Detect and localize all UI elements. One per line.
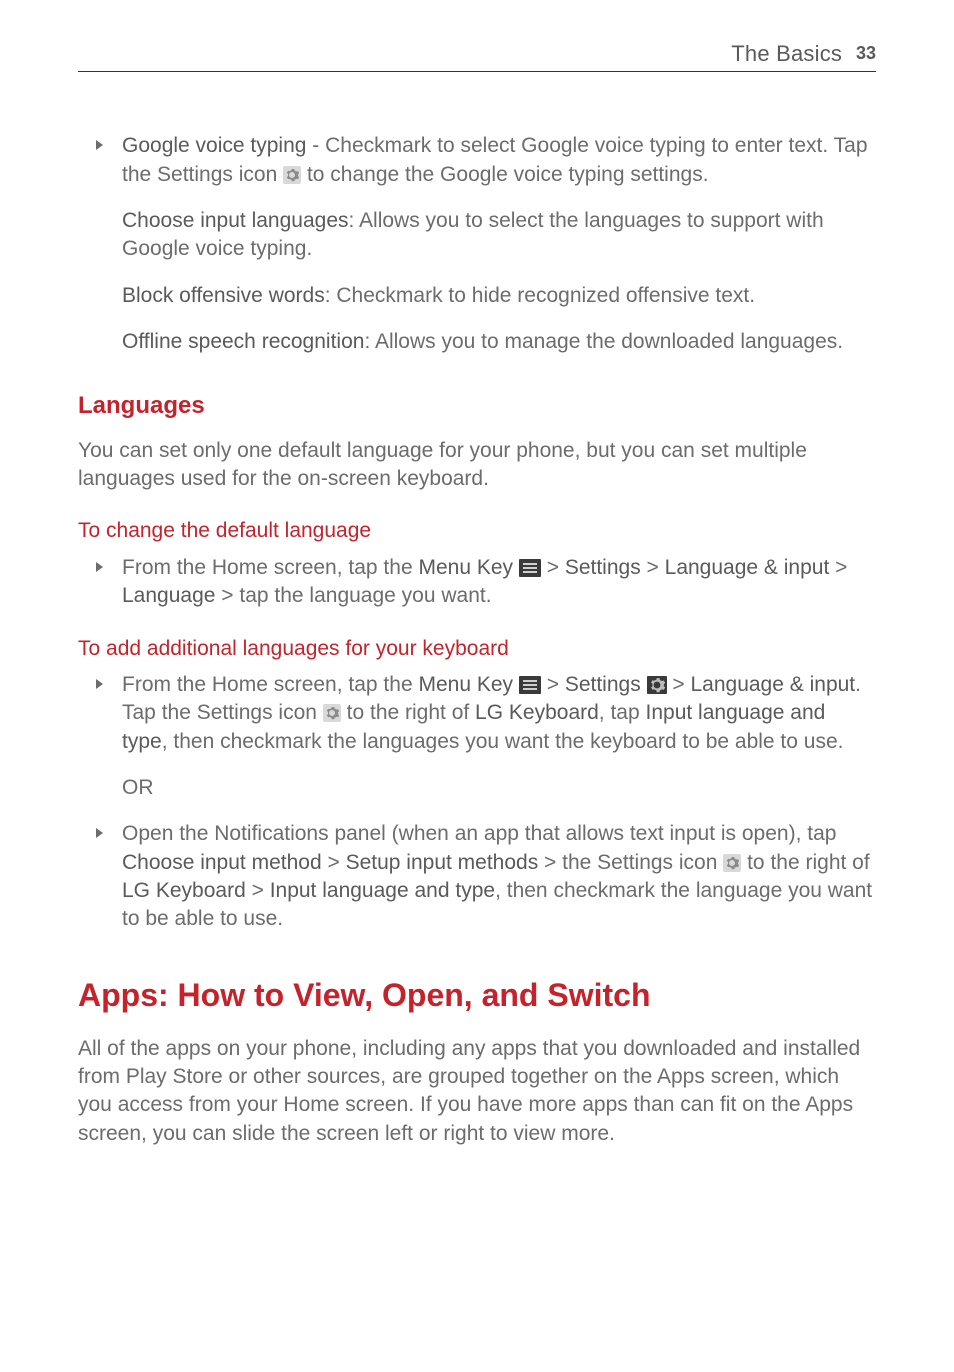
page: The Basics 33 Google voice typing - Chec… — [0, 0, 954, 1148]
bullet-triangle-icon — [96, 679, 103, 689]
cdl-language: Language — [122, 584, 215, 607]
settings-gear-dark-icon — [647, 676, 667, 694]
change-default-language-heading: To change the default language — [78, 517, 876, 545]
languages-heading: Languages — [78, 390, 876, 422]
al2-lgk: LG Keyboard — [122, 879, 246, 902]
al1-menukey: Menu Key — [418, 673, 513, 696]
settings-gear-icon — [323, 704, 341, 722]
gvt-text-post: to change the Google voice typing settin… — [301, 163, 708, 186]
change-default-language-step: From the Home screen, tap the Menu Key >… — [78, 554, 876, 611]
al1-langinput: Language & input — [690, 673, 855, 696]
block-offensive-words: Block offensive words: Checkmark to hide… — [78, 282, 876, 310]
cdl-settings: Settings — [565, 556, 641, 579]
choose-input-languages: Choose input languages: Allows you to se… — [78, 207, 876, 264]
al1-settings: Settings — [565, 673, 641, 696]
al2-cim: Choose input method — [122, 851, 322, 874]
menu-key-icon — [519, 676, 541, 694]
al2-pre: Open the Notifications panel (when an ap… — [122, 822, 836, 845]
cdl-gt3: > — [829, 556, 847, 579]
offline-speech-recognition: Offline speech recognition: Allows you t… — [78, 328, 876, 356]
add-languages-step-1: From the Home screen, tap the Menu Key >… — [78, 671, 876, 756]
al2-post1: to the right of — [741, 851, 869, 874]
al1-lgk: LG Keyboard — [475, 701, 599, 724]
languages-intro: You can set only one default language fo… — [78, 437, 876, 494]
header-section-title: The Basics — [731, 41, 842, 66]
al2-gt2: > the Settings icon — [538, 851, 723, 874]
al2-gt3: > — [246, 879, 270, 902]
al2-ilt: Input language and type — [270, 879, 495, 902]
add-languages-heading: To add additional languages for your key… — [78, 635, 876, 663]
al2-gt1: > — [322, 851, 346, 874]
apps-heading: Apps: How to View, Open, and Switch — [78, 974, 876, 1017]
cdl-gt1: > — [541, 556, 565, 579]
bullet-triangle-icon — [96, 828, 103, 838]
al1-rest: , then checkmark the languages you want … — [162, 730, 844, 753]
page-header: The Basics 33 — [78, 39, 876, 72]
header-page-number: 33 — [856, 43, 876, 63]
bullet-google-voice-typing: Google voice typing - Checkmark to selec… — [78, 132, 876, 189]
al1-tap-post: to the right of — [341, 701, 475, 724]
cdl-post: > tap the language you want. — [215, 584, 491, 607]
settings-gear-icon — [283, 166, 301, 184]
cdl-menukey: Menu Key — [418, 556, 513, 579]
or-separator: OR — [78, 774, 876, 802]
settings-gear-icon — [723, 854, 741, 872]
bow-text: : Checkmark to hide recognized offensive… — [325, 284, 755, 307]
bow-label: Block offensive words — [122, 284, 325, 307]
apps-intro: All of the apps on your phone, including… — [78, 1035, 876, 1148]
osr-text: : Allows you to manage the downloaded la… — [364, 330, 843, 353]
bullet-triangle-icon — [96, 562, 103, 572]
al1-pre: From the Home screen, tap the — [122, 673, 418, 696]
menu-key-icon — [519, 559, 541, 577]
cdl-langinput: Language & input — [665, 556, 830, 579]
cdl-pre: From the Home screen, tap the — [122, 556, 418, 579]
al2-sim: Setup input methods — [346, 851, 539, 874]
al1-then: , tap — [599, 701, 646, 724]
add-languages-step-2: Open the Notifications panel (when an ap… — [78, 820, 876, 933]
gvt-label: Google voice typing — [122, 134, 306, 157]
osr-label: Offline speech recognition — [122, 330, 364, 353]
cil-label: Choose input languages — [122, 209, 349, 232]
al1-gt2: > — [667, 673, 691, 696]
cdl-gt2: > — [641, 556, 665, 579]
bullet-triangle-icon — [96, 140, 103, 150]
al1-gt1: > — [541, 673, 565, 696]
